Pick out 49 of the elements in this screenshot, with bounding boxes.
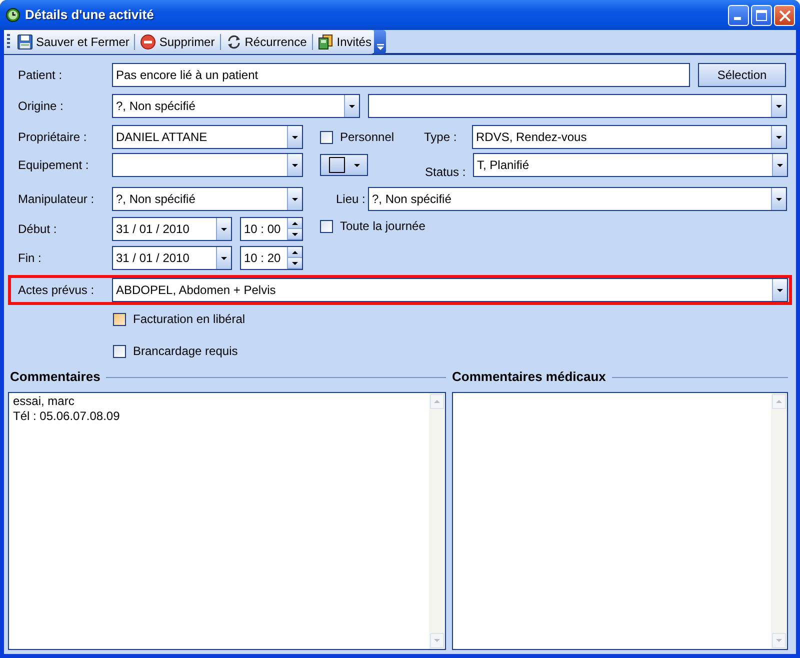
- field-label: Début :: [17, 221, 58, 238]
- checkbox[interactable]: Facturation en libéral: [113, 310, 246, 328]
- field-label: Propriétaire :: [17, 129, 88, 146]
- toolbar-overflow-button[interactable]: [374, 30, 386, 54]
- toolbar-button[interactable]: Supprimer: [137, 30, 218, 52]
- delete-icon: [140, 34, 156, 50]
- dropdown-field[interactable]: DANIEL ATTANE: [112, 125, 303, 149]
- color-picker-button[interactable]: [320, 154, 368, 176]
- field-label: Fin :: [17, 250, 42, 267]
- checkbox[interactable]: Brancardage requis: [113, 342, 238, 360]
- toolbar-grip[interactable]: [7, 34, 10, 50]
- time-field[interactable]: 10 : 00: [240, 217, 303, 241]
- refresh-icon: [226, 34, 242, 50]
- chevron-icon: [376, 44, 384, 50]
- maximize-button[interactable]: [751, 4, 772, 26]
- minimize-button[interactable]: [728, 4, 749, 26]
- field-label: Equipement :: [17, 157, 90, 174]
- toolbar-button[interactable]: Invités: [314, 30, 374, 52]
- checkbox[interactable]: Toute la journée: [320, 217, 426, 235]
- dropdown-field[interactable]: T, Planifié: [473, 153, 788, 177]
- time-field[interactable]: 10 : 20: [240, 246, 303, 270]
- field-label: Status :: [424, 164, 467, 181]
- dropdown-field[interactable]: ?, Non spécifié: [112, 187, 303, 211]
- dropdown-field[interactable]: ABDOPEL, Abdomen + Pelvis: [112, 278, 788, 302]
- dropdown-field[interactable]: RDVS, Rendez-vous: [472, 125, 787, 149]
- checkbox[interactable]: Personnel: [320, 128, 414, 146]
- date-field[interactable]: 31 / 01 / 2010: [112, 217, 232, 241]
- selection-button[interactable]: Sélection: [698, 63, 786, 87]
- toolbar-button[interactable]: Sauver et Fermer: [14, 30, 132, 52]
- dropdown-field[interactable]: [368, 94, 787, 118]
- close-button[interactable]: [774, 4, 795, 26]
- dropdown-field[interactable]: ?, Non spécifié: [368, 187, 787, 211]
- save-icon: [17, 34, 33, 50]
- field-label: Lieu :: [335, 191, 366, 208]
- section-heading: Commentaires médicaux: [452, 368, 606, 386]
- clock-icon: [6, 8, 20, 22]
- field-label: Patient :: [17, 67, 64, 84]
- date-field[interactable]: 31 / 01 / 2010: [112, 246, 232, 270]
- field-label: Type :: [423, 129, 458, 146]
- people-icon: [318, 34, 334, 50]
- field-label: Actes prévus :: [17, 282, 96, 299]
- text-field[interactable]: Pas encore lié à un patient: [112, 63, 690, 87]
- section-heading: Commentaires: [10, 368, 100, 386]
- toolbar-button[interactable]: Récurrence: [222, 30, 310, 52]
- dropdown-field[interactable]: [112, 153, 303, 177]
- window-title: Détails d'une activité: [25, 6, 155, 24]
- field-label: Manipulateur :: [17, 191, 96, 208]
- dropdown-field[interactable]: ?, Non spécifié: [112, 94, 360, 118]
- field-label: Origine :: [17, 98, 64, 115]
